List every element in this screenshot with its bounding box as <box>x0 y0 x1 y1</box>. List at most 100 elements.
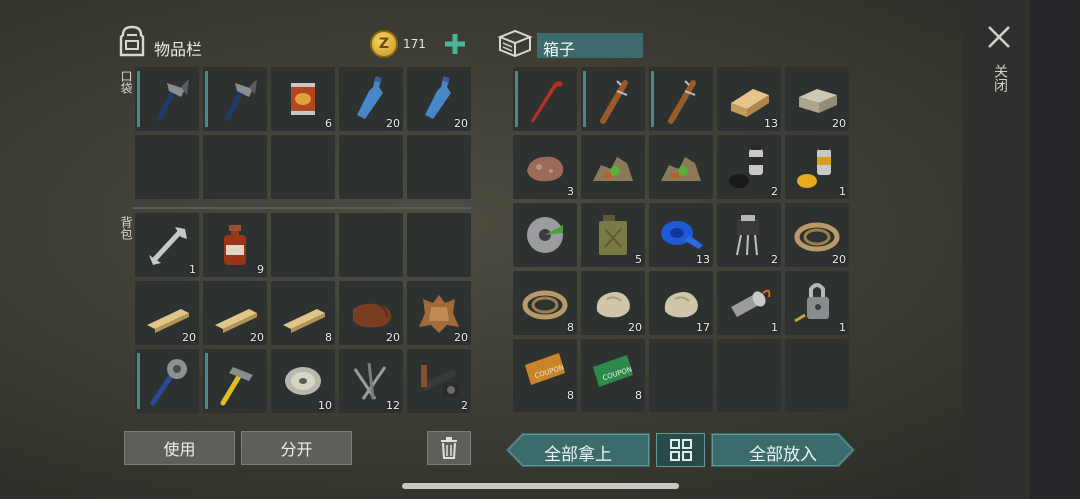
durability-bar <box>205 71 208 127</box>
canned-food-icon <box>291 83 315 115</box>
box-slot-stone[interactable]: 20 <box>581 271 645 335</box>
box-title-field[interactable]: 箱子 <box>537 33 643 59</box>
item-count: 3 <box>567 185 574 198</box>
add-coins-button[interactable] <box>442 30 468 58</box>
pocket-slot-canned-food[interactable]: 6 <box>271 67 335 131</box>
backpack-empty-slot[interactable] <box>271 213 335 277</box>
inventory-divider <box>133 207 471 209</box>
backpack-slot-leather[interactable]: 20 <box>339 281 403 345</box>
hatchet-icon <box>224 79 257 122</box>
split-button[interactable]: 分开 <box>241 431 352 465</box>
box-slot-stone[interactable]: 17 <box>649 271 713 335</box>
item-count: 17 <box>696 321 710 334</box>
pocket-empty-slot[interactable] <box>135 135 199 199</box>
item-count: 9 <box>257 263 264 276</box>
box-empty-slot[interactable] <box>717 339 781 403</box>
item-count: 12 <box>386 399 400 412</box>
item-count: 10 <box>318 399 332 412</box>
backpack-slot-hide[interactable]: 20 <box>407 281 471 345</box>
backpack-slot-gun-parts[interactable]: 2 <box>407 349 471 413</box>
item-count: 1 <box>839 321 846 334</box>
close-button[interactable]: 关闭 <box>984 22 1014 102</box>
box-empty-slot[interactable] <box>513 403 577 412</box>
box-empty-slot[interactable] <box>785 403 849 412</box>
gun-parts-icon <box>421 365 459 397</box>
box-slot-wood-block[interactable]: 13 <box>717 67 781 131</box>
box-slot-spray-paint-yellow[interactable]: 1 <box>785 135 849 199</box>
item-count: 20 <box>832 117 846 130</box>
box-slot-scrap-pile[interactable] <box>581 135 645 199</box>
close-label: 关闭 <box>992 64 1008 92</box>
box-icon <box>497 28 533 58</box>
item-count: 20 <box>454 331 468 344</box>
item-count: 8 <box>325 331 332 344</box>
item-count: 13 <box>764 117 778 130</box>
box-slot-jerrycan[interactable]: 5 <box>581 203 645 267</box>
box-slot-rope[interactable]: 8 <box>513 271 577 335</box>
backpack-slot-plank[interactable]: 20 <box>203 281 267 345</box>
box-slot-padlock[interactable]: 1 <box>785 271 849 335</box>
backpack-slot-nails[interactable]: 12 <box>339 349 403 413</box>
pocket-empty-slot[interactable] <box>203 135 267 199</box>
backpack-slot-saw-blade-club[interactable] <box>135 349 199 413</box>
box-empty-slot[interactable] <box>649 403 713 412</box>
pocket-empty-slot[interactable] <box>407 135 471 199</box>
item-count: 5 <box>635 253 642 266</box>
box-slot-transistor[interactable]: 2 <box>717 203 781 267</box>
item-count: 2 <box>771 253 778 266</box>
box-slot-nail-bat[interactable] <box>649 67 713 131</box>
backpack-empty-slot[interactable] <box>339 213 403 277</box>
hammer-icon <box>220 367 253 406</box>
backpack-slot-plank[interactable]: 20 <box>135 281 199 345</box>
pocket-slot-water-bottle[interactable]: 20 <box>339 67 403 131</box>
trash-icon <box>441 437 457 459</box>
box-slot-nail-bat[interactable] <box>581 67 645 131</box>
backpack-empty-slot[interactable] <box>407 213 471 277</box>
sort-button[interactable] <box>656 433 705 467</box>
spray-paint-yellow-icon <box>797 145 831 188</box>
box-empty-slot[interactable] <box>581 403 645 412</box>
box-slot-coupon-orange[interactable]: COUPON 8 <box>513 339 577 403</box>
box-slot-duct-tape[interactable]: 13 <box>649 203 713 267</box>
transistor-icon <box>736 215 759 256</box>
item-count: 1 <box>189 263 196 276</box>
grid-icon <box>670 439 692 461</box>
box-empty-slot[interactable] <box>717 403 781 412</box>
box-slot-flashlight[interactable]: 1 <box>717 271 781 335</box>
durability-bar <box>583 71 586 127</box>
box-slot-saw-blade[interactable] <box>513 203 577 267</box>
backpack-slot-hammer[interactable] <box>203 349 267 413</box>
delete-button[interactable] <box>427 431 471 465</box>
scrap-pile-icon <box>593 157 633 181</box>
take-all-button[interactable]: 全部拿上 <box>506 433 650 467</box>
item-count: 8 <box>567 389 574 402</box>
pocket-empty-slot[interactable] <box>339 135 403 199</box>
box-slot-stone-block[interactable]: 20 <box>785 67 849 131</box>
coupon-green-icon: COUPON <box>593 355 633 387</box>
pocket-slot-water-bottle[interactable]: 20 <box>407 67 471 131</box>
box-slot-scrap-pile[interactable] <box>649 135 713 199</box>
box-slot-crowbar[interactable] <box>513 67 577 131</box>
box-title: 箱子 <box>543 40 576 59</box>
use-button[interactable]: 使用 <box>124 431 235 465</box>
item-count: 8 <box>567 321 574 334</box>
box-slot-coupon-green[interactable]: COUPON 8 <box>581 339 645 403</box>
box-empty-slot[interactable] <box>649 339 713 403</box>
rope-icon <box>522 290 568 320</box>
pocket-slot-hatchet[interactable] <box>203 67 267 131</box>
box-slot-rope[interactable]: 20 <box>785 203 849 267</box>
item-count: 20 <box>454 117 468 130</box>
scrap-pile-icon <box>661 157 701 181</box>
pocket-empty-slot[interactable] <box>271 135 335 199</box>
backpack-slot-wrench[interactable]: 1 <box>135 213 199 277</box>
box-slot-spray-paint-black[interactable]: 2 <box>717 135 781 199</box>
backpack-slot-wire-spool[interactable]: 10 <box>271 349 335 413</box>
put-all-button[interactable]: 全部放入 <box>711 433 855 467</box>
plus-icon <box>445 34 465 54</box>
backpack-slot-plank[interactable]: 8 <box>271 281 335 345</box>
backpack-slot-medicine-bottle[interactable]: 9 <box>203 213 267 277</box>
box-empty-slot[interactable] <box>785 339 849 403</box>
pocket-slot-hatchet[interactable] <box>135 67 199 131</box>
box-slot-ore[interactable]: 3 <box>513 135 577 199</box>
inventory-title: 物品栏 <box>154 40 203 59</box>
